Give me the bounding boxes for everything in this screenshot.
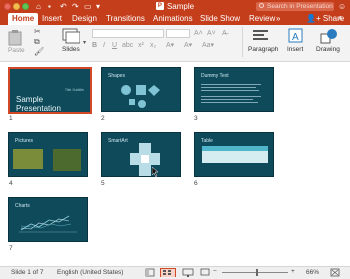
slide-number: 4 — [9, 180, 13, 187]
slide-thumbnail-1[interactable]: Sample Presentation Title Subtitle — [8, 67, 92, 114]
slide-sorter-view-icon[interactable] — [160, 268, 176, 277]
title-bar: ⌂ ▪ ↶ ↷ ▭ ▾ P Sample Search in Presentati… — [0, 0, 350, 13]
font-size-dropdown[interactable] — [166, 29, 190, 38]
table-body — [202, 151, 268, 163]
drawing-icon[interactable] — [320, 28, 338, 44]
slide-number: 5 — [101, 180, 105, 187]
new-slide-icon[interactable] — [62, 28, 80, 44]
slide-title: Sample Presentation — [16, 95, 61, 113]
ribbon: Paste ✂ ⧉ 🖌 Slides ▾ A˄ A˅ A̶ B I U abc … — [0, 25, 350, 62]
slides-label: Slides — [62, 46, 80, 53]
zoom-slider-knob[interactable] — [256, 269, 258, 276]
search-placeholder: Search in Presentation — [267, 3, 333, 10]
paste-icon[interactable] — [8, 30, 22, 46]
slide-thumbnail-4[interactable]: Pictures — [8, 132, 88, 177]
shapes-graphic — [121, 85, 160, 108]
drawing-label: Drawing — [316, 46, 340, 53]
decrease-font-icon[interactable]: A˅ — [207, 30, 216, 38]
mouse-cursor-icon — [152, 167, 159, 177]
slide-number: 3 — [194, 115, 198, 122]
add-person-icon: 👤 — [306, 14, 316, 23]
paragraph-label: Paragraph — [248, 46, 279, 53]
slide-thumbnail-3[interactable]: Dummy Text — [194, 67, 274, 112]
fit-to-window-icon[interactable] — [330, 268, 340, 277]
increase-font-icon[interactable]: A˄ — [194, 30, 203, 38]
font-color-icon[interactable]: A▾ — [184, 42, 192, 50]
tab-insert[interactable]: Insert — [42, 13, 62, 25]
slide-thumbnail-6[interactable]: Table — [194, 132, 274, 177]
document-title: Sample — [166, 2, 195, 11]
tab-animations[interactable]: Animations — [153, 13, 193, 25]
underline-icon[interactable]: U — [112, 42, 117, 50]
ribbon-tabs: Home Insert Design Transitions Animation… — [0, 13, 350, 25]
smiley-feedback-icon[interactable]: ☺ — [338, 2, 346, 11]
zoom-slider[interactable] — [222, 272, 288, 273]
slide-thumbnail-7[interactable]: Charts — [8, 197, 88, 242]
clear-format-icon[interactable]: A̶ — [222, 30, 227, 38]
tab-slide-show[interactable]: Slide Show — [200, 13, 240, 25]
strikethrough-icon[interactable]: abc — [122, 42, 133, 50]
normal-view-icon[interactable] — [145, 268, 155, 277]
tab-transitions[interactable]: Transitions — [106, 13, 145, 25]
slide-title: Pictures — [15, 138, 34, 144]
tab-design[interactable]: Design — [72, 13, 97, 25]
paragraph-icon[interactable] — [253, 30, 269, 42]
reading-view-icon[interactable] — [182, 268, 194, 277]
svg-text:A: A — [292, 32, 299, 43]
picture-image — [53, 149, 81, 171]
subscript-icon[interactable]: x₂ — [150, 42, 156, 50]
slides-dropdown-icon[interactable]: ▾ — [83, 39, 86, 46]
insert-icon[interactable]: A — [288, 28, 304, 44]
font-name-dropdown[interactable] — [92, 29, 164, 38]
slide-title: Table — [201, 138, 213, 144]
slide-title: SmartArt — [108, 138, 128, 144]
slideshow-view-icon[interactable] — [200, 268, 210, 277]
zoom-in-icon[interactable]: + — [291, 268, 295, 275]
tab-home[interactable]: Home — [8, 13, 39, 25]
ribbon-separator — [242, 27, 243, 57]
search-icon — [259, 3, 264, 8]
zoom-out-icon[interactable]: − — [213, 268, 217, 275]
dummy-text-lines — [201, 84, 261, 103]
search-input[interactable]: Search in Presentation — [256, 2, 334, 11]
picture-image — [13, 149, 43, 169]
slide-title: Dummy Text — [201, 73, 229, 79]
slide-subtitle: Title Subtitle — [64, 88, 84, 92]
powerpoint-icon: P — [155, 2, 164, 10]
slide-thumbnail-2[interactable]: Shapes — [101, 67, 181, 112]
zoom-level[interactable]: 66% — [306, 269, 319, 276]
slide-sorter: Sample Presentation Title Subtitle 1 Sha… — [0, 62, 350, 266]
slide-number: 2 — [101, 115, 105, 122]
italic-icon[interactable]: I — [103, 42, 105, 50]
format-painter-icon[interactable]: 🖌 — [34, 47, 44, 56]
superscript-icon[interactable]: x² — [138, 42, 144, 50]
tab-review[interactable]: Review — [249, 13, 275, 25]
slide-thumbnail-5[interactable]: SmartArt — [101, 132, 181, 177]
language[interactable]: English (United States) — [57, 269, 123, 276]
slide-number: 1 — [9, 115, 13, 122]
bold-icon[interactable]: B — [92, 42, 97, 50]
slide-position: Slide 1 of 7 — [11, 269, 44, 276]
status-bar: Slide 1 of 7 English (United States) − +… — [0, 266, 350, 279]
chart-graphic — [19, 215, 77, 233]
slide-number: 6 — [194, 180, 198, 187]
text-effects-icon[interactable]: Aa▾ — [202, 42, 214, 50]
tab-more-chevron[interactable]: » — [276, 13, 280, 25]
paste-label: Paste — [8, 47, 25, 54]
collapse-ribbon-icon[interactable]: ˄ — [338, 13, 343, 25]
insert-label: Insert — [287, 46, 304, 53]
slide-title: Shapes — [108, 73, 125, 79]
slide-title: Charts — [15, 203, 30, 209]
copy-icon[interactable]: ⧉ — [34, 37, 40, 47]
cut-icon[interactable]: ✂ — [34, 27, 41, 36]
text-highlight-icon[interactable]: A▾ — [166, 42, 174, 50]
slide-number: 7 — [9, 245, 13, 252]
